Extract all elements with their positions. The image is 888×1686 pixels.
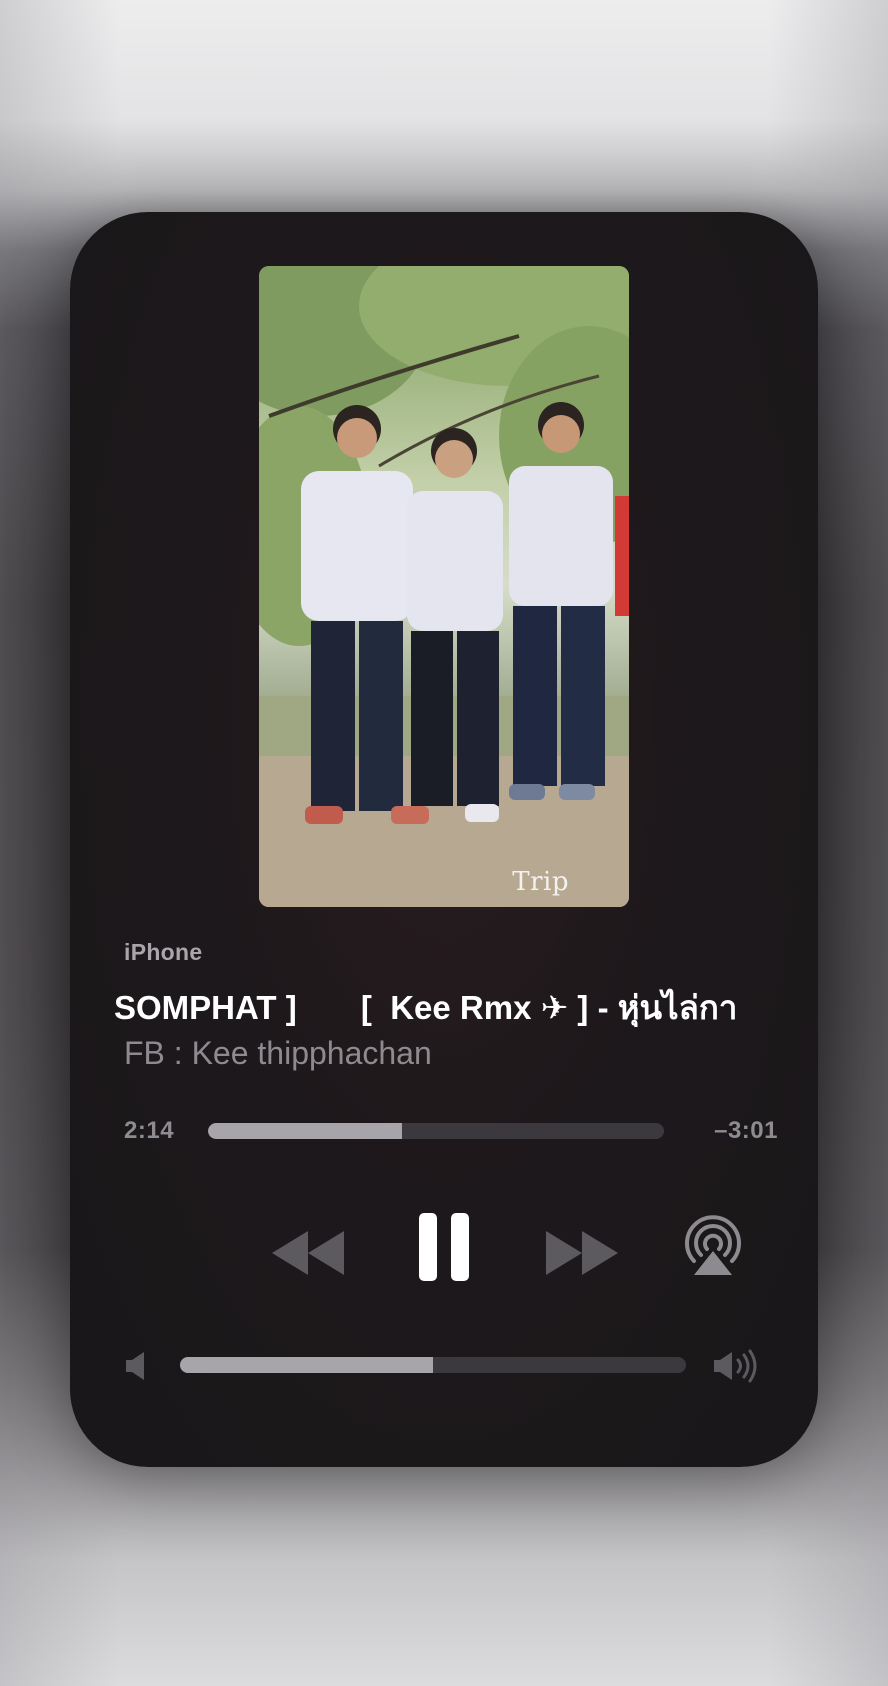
track-title-marquee: SOMPHAT ] [ Kee Rmx ✈ ] - หุ่นไล่กา: [114, 981, 770, 1027]
elapsed-time: 2:14: [124, 1117, 175, 1144]
track-title: SOMPHAT ] [ Kee Rmx ✈ ] - หุ่นไล่กา: [114, 989, 738, 1026]
artwork-photo: [259, 266, 629, 907]
volume-min-button[interactable]: [124, 1351, 148, 1381]
airplay-icon: [685, 1215, 741, 1275]
rewind-button[interactable]: [270, 1227, 346, 1279]
speaker-low-icon: [126, 1352, 144, 1380]
backward-icon: [272, 1231, 344, 1275]
forward-button[interactable]: [544, 1227, 620, 1279]
artwork-watermark: Trip: [512, 867, 569, 897]
output-device-label: iPhone: [124, 939, 203, 965]
now-playing-card: Trip iPhone SOMPHAT ] [ Kee Rmx ✈ ] - หุ…: [70, 212, 818, 1467]
airplay-button[interactable]: [682, 1215, 744, 1277]
playback-scrubber[interactable]: [208, 1123, 664, 1139]
pause-icon: [419, 1213, 469, 1281]
track-artist: FB : Kee thipphachan: [124, 1035, 432, 1071]
volume-slider[interactable]: [180, 1357, 686, 1373]
playback-progress-fill: [208, 1123, 402, 1139]
remaining-time: –3:01: [714, 1117, 778, 1144]
volume-level-fill: [180, 1357, 433, 1373]
speaker-high-icon: [714, 1349, 757, 1383]
forward-icon: [546, 1231, 618, 1275]
volume-max-button[interactable]: [712, 1349, 760, 1383]
album-artwork: Trip: [259, 266, 629, 907]
pause-button[interactable]: [417, 1211, 471, 1283]
